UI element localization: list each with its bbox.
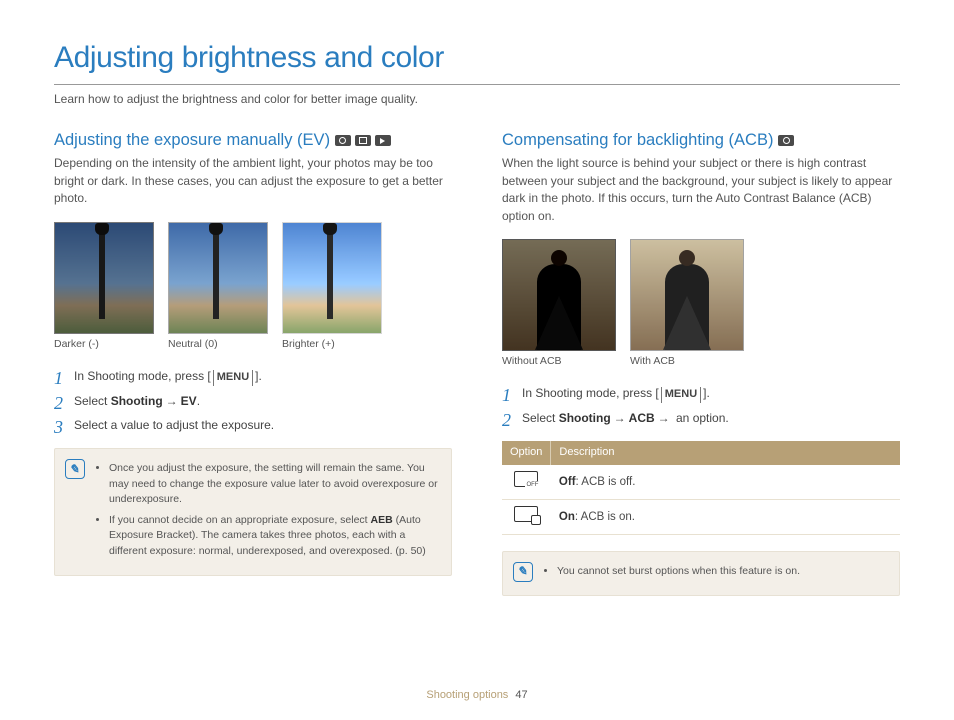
- page-subtitle: Learn how to adjust the brightness and c…: [54, 91, 900, 108]
- footer-section-label: Shooting options: [426, 689, 508, 701]
- ev-photo-darker: [54, 222, 154, 334]
- ev-image-darker: Darker (-): [54, 222, 154, 352]
- opt-off-label: Off: [559, 476, 576, 488]
- acb-step-1: In Shooting mode, press [MENU].: [502, 385, 900, 403]
- column-right: Compensating for backlighting (ACB) When…: [502, 130, 900, 596]
- option-off-desc: Off: ACB is off.: [551, 465, 900, 499]
- section-heading-ev: Adjusting the exposure manually (EV): [54, 130, 452, 151]
- caption-neutral: Neutral (0): [168, 337, 268, 352]
- acb-image-without: Without ACB: [502, 239, 616, 369]
- opt-on-label: On: [559, 511, 575, 523]
- camera-icon: [335, 135, 351, 146]
- caption-with-acb: With ACB: [630, 354, 744, 369]
- video-icon: [375, 135, 391, 146]
- content-columns: Adjusting the exposure manually (EV) Dep…: [54, 130, 900, 596]
- th-option: Option: [502, 441, 551, 465]
- page-number: 47: [515, 689, 527, 701]
- acb-step2-shooting: Shooting: [559, 411, 611, 425]
- note-icon: ✎: [65, 459, 85, 479]
- ev-note2-aeb: AEB: [371, 514, 393, 526]
- acb-step2-acb: ACB: [629, 411, 655, 425]
- caption-brighter: Brighter (+): [282, 337, 382, 352]
- ev-image-brighter: Brighter (+): [282, 222, 382, 352]
- ev-steps: In Shooting mode, press [MENU]. Select S…: [54, 368, 452, 435]
- acb-step2-post: an option.: [673, 411, 729, 425]
- opt-off-text: : ACB is off.: [576, 476, 636, 488]
- acb-body-text: When the light source is behind your sub…: [502, 155, 900, 225]
- ev-image-row: Darker (-) Neutral (0) Brighter (+): [54, 222, 452, 352]
- ev-step1-post: ].: [255, 369, 262, 383]
- table-row: Off: ACB is off.: [502, 465, 900, 499]
- acb-on-icon: [514, 506, 538, 522]
- acb-photo-without: [502, 239, 616, 351]
- acb-step2-pre: Select: [522, 411, 559, 425]
- ev-note-list: Once you adjust the exposure, the settin…: [95, 459, 439, 564]
- ev-step1-pre: In Shooting mode, press [: [74, 369, 211, 383]
- acb-note-1: You cannot set burst options when this f…: [557, 564, 800, 579]
- table-header-row: Option Description: [502, 441, 900, 465]
- section-heading-acb: Compensating for backlighting (ACB): [502, 130, 900, 151]
- menu-key: MENU: [661, 387, 701, 403]
- acb-image-with: With ACB: [630, 239, 744, 369]
- title-rule: [54, 84, 900, 85]
- ev-step-1: In Shooting mode, press [MENU].: [54, 368, 452, 386]
- camera-icon: [778, 135, 794, 146]
- ev-photo-neutral: [168, 222, 268, 334]
- acb-options-table: Option Description Off: ACB is off. On: …: [502, 441, 900, 534]
- page-title: Adjusting brightness and color: [54, 36, 900, 84]
- table-row: On: ACB is on.: [502, 500, 900, 535]
- opt-on-text: : ACB is on.: [575, 511, 635, 523]
- caption-without-acb: Without ACB: [502, 354, 616, 369]
- ev-step-3: Select a value to adjust the exposure.: [54, 417, 452, 434]
- ev-photo-brighter: [282, 222, 382, 334]
- ev-step2-post: .: [197, 394, 200, 408]
- ev-step2-pre: Select: [74, 394, 111, 408]
- mode-icons-ev: [335, 135, 391, 146]
- ev-note-1: Once you adjust the exposure, the settin…: [109, 461, 439, 507]
- ev-note-2: If you cannot decide on an appropriate e…: [109, 513, 439, 559]
- page-footer: Shooting options 47: [0, 688, 954, 704]
- ev-step2-ev: EV: [181, 394, 197, 408]
- arrow-icon: →: [163, 394, 181, 408]
- ev-note-box: ✎ Once you adjust the exposure, the sett…: [54, 448, 452, 575]
- acb-photo-with: [630, 239, 744, 351]
- note-icon: ✎: [513, 562, 533, 582]
- acb-step1-pre: In Shooting mode, press [: [522, 386, 659, 400]
- acb-steps: In Shooting mode, press [MENU]. Select S…: [502, 385, 900, 427]
- arrow-icon: →: [611, 411, 629, 425]
- arrow-icon: →: [655, 411, 673, 425]
- option-on-desc: On: ACB is on.: [551, 500, 900, 535]
- acb-step-2: Select Shooting→ACB→ an option.: [502, 410, 900, 427]
- section-heading-acb-text: Compensating for backlighting (ACB): [502, 131, 773, 149]
- acb-note-list: You cannot set burst options when this f…: [543, 562, 800, 585]
- caption-darker: Darker (-): [54, 337, 154, 352]
- ev-image-neutral: Neutral (0): [168, 222, 268, 352]
- ev-note2-pre: If you cannot decide on an appropriate e…: [109, 514, 371, 526]
- acb-note-box: ✎ You cannot set burst options when this…: [502, 551, 900, 596]
- dual-icon: [355, 135, 371, 146]
- th-description: Description: [551, 441, 900, 465]
- ev-step2-shooting: Shooting: [111, 394, 163, 408]
- ev-body-text: Depending on the intensity of the ambien…: [54, 155, 452, 207]
- option-on-icon-cell: [502, 500, 551, 535]
- acb-step1-post: ].: [703, 386, 710, 400]
- section-heading-ev-text: Adjusting the exposure manually (EV): [54, 131, 330, 149]
- acb-image-row: Without ACB With ACB: [502, 239, 900, 369]
- menu-key: MENU: [213, 370, 253, 386]
- column-left: Adjusting the exposure manually (EV) Dep…: [54, 130, 452, 596]
- acb-off-icon: [514, 471, 538, 487]
- mode-icons-acb: [778, 135, 794, 146]
- ev-step-2: Select Shooting→EV.: [54, 393, 452, 410]
- option-off-icon-cell: [502, 465, 551, 499]
